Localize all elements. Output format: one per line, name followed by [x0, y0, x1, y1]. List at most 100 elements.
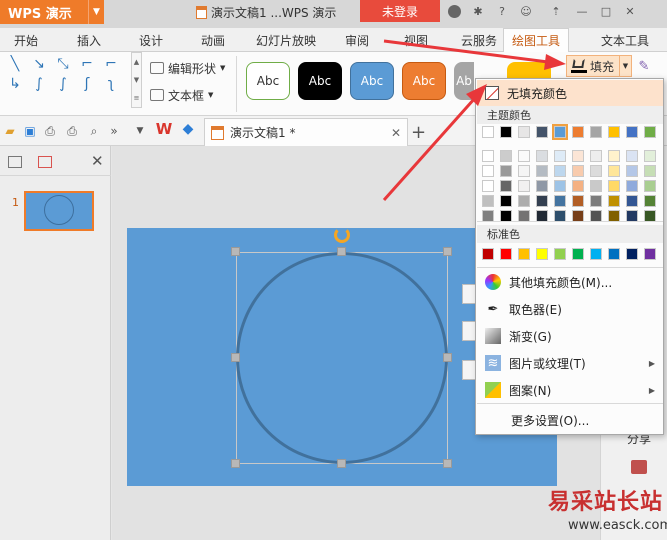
- theme-shade-swatch[interactable]: [590, 195, 602, 207]
- standard-color-swatch[interactable]: [518, 248, 530, 260]
- resize-handle[interactable]: [337, 459, 346, 468]
- theme-shade-swatch[interactable]: [608, 165, 620, 177]
- theme-color-swatch[interactable]: [482, 126, 494, 138]
- theme-shade-swatch[interactable]: [500, 150, 512, 162]
- theme-shade-swatch[interactable]: [500, 165, 512, 177]
- gradient-option[interactable]: 渐变(G): [477, 323, 663, 349]
- tab-home[interactable]: 开始: [14, 28, 38, 52]
- shape-style-6[interactable]: [507, 62, 551, 78]
- print-icon[interactable]: ⎙: [64, 123, 80, 139]
- theme-shade-swatch[interactable]: [482, 150, 494, 162]
- standard-color-swatch[interactable]: [608, 248, 620, 260]
- theme-shade-swatch[interactable]: [536, 165, 548, 177]
- theme-shade-swatch[interactable]: [554, 165, 566, 177]
- document-tab[interactable]: 演示文稿1 * ✕: [204, 118, 408, 146]
- wps-w-logo-icon[interactable]: W: [156, 120, 173, 138]
- theme-shade-swatch[interactable]: [500, 180, 512, 192]
- smile-icon[interactable]: ☺: [518, 3, 534, 19]
- outline-view-icon[interactable]: [8, 156, 22, 168]
- tab-drawing-tools[interactable]: 绘图工具: [503, 28, 570, 52]
- theme-shade-swatch[interactable]: [608, 195, 620, 207]
- slide-thumbnail[interactable]: [24, 191, 94, 231]
- theme-shade-swatch[interactable]: [518, 195, 530, 207]
- theme-shade-swatch[interactable]: [554, 195, 566, 207]
- elbow-connector-icon[interactable]: ⌐: [76, 56, 98, 72]
- float-toolbar-button[interactable]: [462, 360, 476, 380]
- resize-handle[interactable]: [443, 459, 452, 468]
- theme-shade-swatch[interactable]: [644, 195, 656, 207]
- resize-handle[interactable]: [443, 247, 452, 256]
- theme-shade-swatch[interactable]: [608, 150, 620, 162]
- shape-style-4[interactable]: Abc: [402, 62, 446, 100]
- chevron-up-icon[interactable]: ▲: [134, 58, 139, 66]
- tab-slideshow[interactable]: 幻灯片放映: [256, 28, 316, 52]
- close-panel-icon[interactable]: ✕: [91, 152, 104, 170]
- standard-color-swatch[interactable]: [500, 248, 512, 260]
- slides-view-icon[interactable]: [38, 156, 52, 168]
- theme-color-swatch[interactable]: [644, 126, 656, 138]
- open-folder-icon[interactable]: ▰: [2, 123, 18, 139]
- shape-style-5[interactable]: Ab: [454, 62, 474, 100]
- tab-design[interactable]: 设计: [139, 28, 163, 52]
- outline-pen-icon[interactable]: ✎: [633, 55, 655, 77]
- no-fill-option[interactable]: 无填充颜色: [477, 80, 663, 106]
- theme-color-swatch[interactable]: [536, 126, 548, 138]
- edit-shape-button[interactable]: 编辑形状 ▼: [150, 58, 225, 78]
- double-arrow-shape-icon[interactable]: ⤡: [52, 56, 74, 72]
- theme-shade-swatch[interactable]: [536, 180, 548, 192]
- tab-animation[interactable]: 动画: [201, 28, 225, 52]
- theme-shade-swatch[interactable]: [518, 150, 530, 162]
- theme-shade-swatch[interactable]: [500, 195, 512, 207]
- text-box-button[interactable]: 文本框 ▼: [150, 85, 213, 105]
- chevron-down-icon[interactable]: ▼: [134, 76, 139, 84]
- standard-color-swatch[interactable]: [536, 248, 548, 260]
- standard-color-swatch[interactable]: [482, 248, 494, 260]
- resize-handle[interactable]: [231, 247, 240, 256]
- tab-cloud[interactable]: 云服务: [461, 28, 497, 52]
- curved-double-arrow-icon[interactable]: ʃ: [76, 76, 98, 92]
- more-arrows-icon[interactable]: »: [106, 123, 122, 139]
- export-icon[interactable]: ⎙: [42, 123, 58, 139]
- standard-color-swatch[interactable]: [590, 248, 602, 260]
- eyedropper-option[interactable]: ✒ 取色器(E): [477, 296, 663, 322]
- new-tab-icon[interactable]: +: [411, 122, 426, 143]
- chevron-down-icon[interactable]: ▼: [132, 123, 148, 139]
- theme-color-swatch[interactable]: [608, 126, 620, 138]
- theme-color-swatch[interactable]: [626, 126, 638, 138]
- ribbon-toggle-icon[interactable]: ⇡: [548, 3, 564, 19]
- theme-color-swatch[interactable]: [590, 126, 602, 138]
- theme-shade-swatch[interactable]: [554, 180, 566, 192]
- cube-icon[interactable]: ◆: [180, 121, 196, 137]
- maximize-icon[interactable]: □: [598, 3, 614, 19]
- theme-shade-swatch[interactable]: [482, 195, 494, 207]
- fill-button[interactable]: 填充 ▼: [566, 55, 632, 77]
- login-button[interactable]: 未登录: [360, 0, 440, 22]
- toolbox-icon[interactable]: [631, 460, 647, 474]
- theme-shade-swatch[interactable]: [626, 195, 638, 207]
- rotate-handle[interactable]: [334, 227, 350, 243]
- theme-shade-swatch[interactable]: [482, 165, 494, 177]
- standard-color-swatch[interactable]: [644, 248, 656, 260]
- tab-insert[interactable]: 插入: [77, 28, 101, 52]
- curved-arrow-icon[interactable]: ∫: [52, 76, 74, 92]
- close-icon[interactable]: ✕: [622, 3, 638, 19]
- more-fill-colors-option[interactable]: 其他填充颜色(M)...: [477, 269, 663, 295]
- resize-handle[interactable]: [231, 353, 240, 362]
- tab-review[interactable]: 审阅: [345, 28, 369, 52]
- theme-shade-swatch[interactable]: [572, 180, 584, 192]
- app-menu-button[interactable]: WPS 演示 ▼: [0, 0, 104, 24]
- theme-shade-swatch[interactable]: [626, 180, 638, 192]
- line-shape-icon[interactable]: ╲: [4, 56, 26, 72]
- theme-shade-swatch[interactable]: [608, 180, 620, 192]
- arrow-shape-icon[interactable]: ↘: [28, 56, 50, 72]
- standard-color-swatch[interactable]: [626, 248, 638, 260]
- curved-connector-icon[interactable]: ∫: [28, 76, 50, 92]
- gallery-scrollbar[interactable]: ▲ ▼ ≡: [131, 52, 142, 108]
- theme-shade-swatch[interactable]: [536, 195, 548, 207]
- resize-handle[interactable]: [337, 247, 346, 256]
- theme-shade-swatch[interactable]: [626, 150, 638, 162]
- gallery-expand-icon[interactable]: ≡: [134, 94, 140, 102]
- circle-shape[interactable]: [236, 252, 448, 464]
- chevron-down-icon[interactable]: ▼: [619, 56, 631, 76]
- theme-shade-swatch[interactable]: [572, 195, 584, 207]
